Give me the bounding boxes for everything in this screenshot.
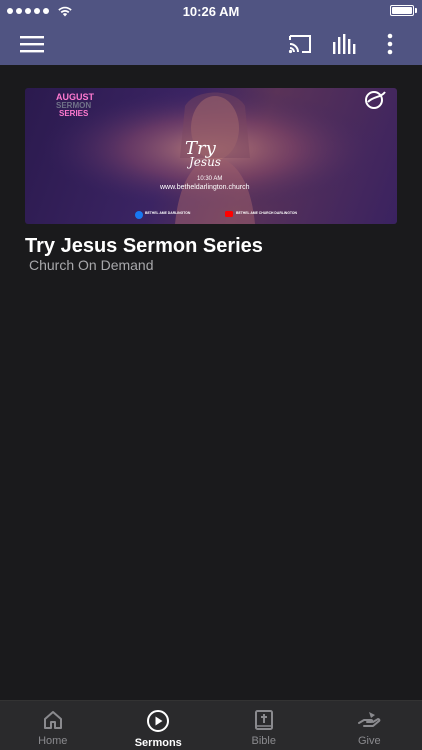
signal-indicator (7, 5, 73, 17)
cast-button[interactable] (278, 22, 322, 65)
sermon-banner-art: AUGUST SERMON SERIES Try Jesus 10:30 AM … (25, 88, 397, 224)
wifi-icon (58, 6, 72, 17)
home-icon (43, 711, 62, 729)
tab-give-label: Give (357, 735, 381, 747)
banner-time: 10:30 AM (197, 176, 222, 182)
bottom-tab-bar: Home Sermons Bible Give (0, 700, 422, 750)
youtube-label: BETHEL AME CHURCH DARLINGTON (236, 211, 298, 215)
sermon-title: Try Jesus Sermon Series (25, 235, 263, 257)
sermon-thumbnail[interactable]: AUGUST SERMON SERIES Try Jesus 10:30 AM … (25, 88, 397, 224)
audio-button[interactable] (322, 22, 366, 65)
menu-button[interactable] (10, 22, 54, 65)
tab-home[interactable]: Home (0, 701, 106, 750)
cast-icon (288, 34, 311, 53)
tab-home-label: Home (38, 735, 68, 747)
status-time: 10:26 AM (182, 3, 240, 19)
more-vertical-icon (387, 33, 393, 54)
facebook-label: BETHEL AME DARLINGTON (145, 211, 191, 215)
sermon-card[interactable]: AUGUST SERMON SERIES Try Jesus 10:30 AM … (25, 88, 397, 273)
tab-sermons[interactable]: Sermons (106, 701, 212, 750)
audio-bars-icon (333, 33, 356, 54)
banner-badge-line3: SERIES (59, 109, 89, 118)
bible-icon (254, 710, 273, 730)
youtube-icon (225, 211, 233, 217)
tab-give[interactable]: Give (317, 701, 422, 750)
play-circle-icon (147, 710, 170, 732)
give-hand-icon (358, 712, 381, 727)
status-bar: 10:26 AM (0, 0, 422, 22)
tab-bible-label: Bible (251, 735, 276, 747)
sermons-list: AUGUST SERMON SERIES Try Jesus 10:30 AM … (0, 65, 422, 700)
app-header (0, 22, 422, 65)
facebook-icon (135, 211, 143, 219)
sermon-subtitle: Church On Demand (29, 257, 154, 273)
tab-sermons-label: Sermons (134, 737, 182, 749)
more-options-button[interactable] (368, 22, 412, 65)
battery-icon (390, 5, 414, 16)
banner-url: www.betheldarlington.church (159, 184, 250, 191)
banner-script-jesus: Jesus (186, 155, 221, 169)
hamburger-menu-icon (20, 35, 44, 52)
tab-bible[interactable]: Bible (211, 701, 317, 750)
